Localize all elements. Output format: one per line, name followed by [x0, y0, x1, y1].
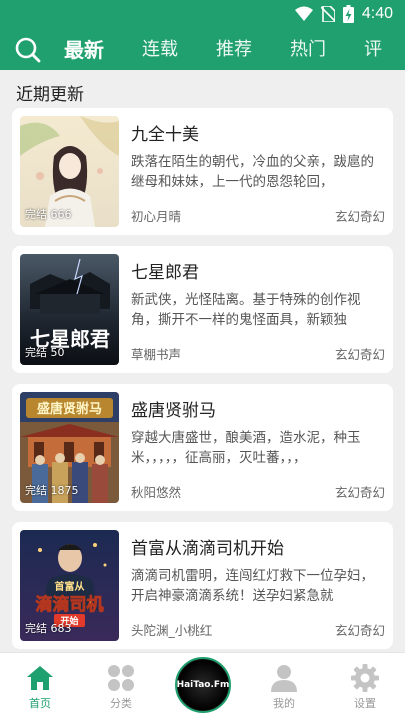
book-list: 完结 666 九全十美 跌落在陌生的朝代，冷血的父亲，跋扈的继母和妹妹，上一代的…	[12, 108, 393, 660]
book-title: 七星郎君	[131, 263, 199, 283]
radio-logo: HaiTao.Fm	[176, 660, 230, 710]
no-sim-icon	[320, 6, 335, 22]
nav-category[interactable]: 分类	[81, 659, 161, 711]
book-description: 跌落在陌生的朝代，冷血的父亲，跋扈的继母和妹妹，上一代的恩怨轮回，	[131, 154, 374, 190]
book-description: 新武侠，光怪陆离。基于特殊的创作视角，撕开不一样的鬼怪面具，新颖独	[131, 292, 361, 328]
tab-popular[interactable]: 热门	[290, 30, 326, 70]
book-title: 首富从滴滴司机开始	[131, 539, 284, 559]
status-time: 4:40	[361, 5, 393, 22]
book-author: 草棚书声	[131, 347, 182, 362]
cover-status-badge: 完结 50	[25, 346, 65, 359]
search-icon[interactable]	[14, 36, 42, 64]
book-author: 秋阳悠然	[131, 485, 182, 500]
book-card[interactable]: 盛唐贤驸马 完结 1875 盛唐贤驸马 穿越大唐盛世，酿美酒，造水泥，种玉米，，…	[12, 384, 393, 511]
radio-logo-text: HaiTao.Fm	[176, 680, 230, 690]
tab-recommended[interactable]: 推荐	[216, 30, 252, 70]
cover-status-badge: 完结 1875	[25, 484, 79, 497]
wifi-icon	[294, 6, 313, 21]
nav-settings-label: 设置	[354, 697, 376, 710]
cover-title-art: 滴滴司机	[36, 594, 104, 615]
nav-category-label: 分类	[110, 697, 132, 710]
section-title: 近期更新	[16, 85, 84, 105]
book-card[interactable]: 首富从 滴滴司机 开始 完结 683 首富从滴滴司机开始 滴滴司机雷明，连闯红灯…	[12, 522, 393, 649]
book-description: 滴滴司机雷明，连闯红灯救下一位孕妇，开启神豪滴滴系统！送孕妇紧急就	[131, 568, 374, 604]
radio-logo-button[interactable]: HaiTao.Fm	[175, 657, 231, 713]
book-cover: 首富从 滴滴司机 开始 完结 683	[20, 530, 119, 641]
cover-status-badge: 完结 666	[25, 208, 72, 221]
book-description: 穿越大唐盛世，酿美酒，造水泥，种玉米，，，，，征高丽，灭吐蕃，，，	[131, 430, 361, 466]
book-cover: 七星郎君 完结 50	[20, 254, 119, 365]
home-icon	[27, 666, 53, 690]
status-bar: 4:40	[0, 0, 405, 30]
cover-title-art: 盛唐贤驸马	[37, 401, 102, 417]
gear-icon	[351, 664, 379, 692]
book-genre: 玄幻奇幻	[334, 209, 385, 224]
book-genre: 玄幻奇幻	[334, 623, 385, 638]
book-genre: 玄幻奇幻	[334, 485, 385, 500]
book-cover: 完结 666	[20, 116, 119, 227]
category-grid-icon	[108, 665, 134, 691]
tab-reviews[interactable]: 评	[364, 30, 382, 70]
book-cover: 盛唐贤驸马 完结 1875	[20, 392, 119, 503]
tab-latest[interactable]: 最新	[64, 30, 104, 70]
book-card[interactable]: 七星郎君 完结 50 七星郎君 新武侠，光怪陆离。基于特殊的创作视角，撕开不一样…	[12, 246, 393, 373]
nav-home-label: 首页	[29, 697, 51, 710]
status-icons: 4:40	[294, 5, 393, 23]
book-author: 头陀渊_小桃红	[131, 623, 213, 638]
battery-charging-icon	[342, 5, 354, 23]
tab-serializing[interactable]: 连载	[142, 30, 178, 70]
user-icon	[271, 665, 297, 692]
book-title: 盛唐贤驸马	[131, 401, 216, 421]
bottom-nav: 首页 分类 HaiTao.Fm 我的 设置	[0, 652, 405, 720]
nav-settings[interactable]: 设置	[325, 659, 405, 711]
cover-status-badge: 完结 683	[25, 622, 72, 635]
book-genre: 玄幻奇幻	[334, 347, 385, 362]
nav-home[interactable]: 首页	[0, 659, 80, 711]
cover-title-art: 首富从	[55, 580, 85, 593]
nav-profile[interactable]: 我的	[244, 659, 324, 711]
book-title: 九全十美	[131, 125, 199, 145]
book-author: 初心月晴	[131, 209, 182, 224]
category-tabs: 最新 连载 推荐 热门 评	[64, 30, 405, 70]
top-nav: 最新 连载 推荐 热门 评	[0, 30, 405, 70]
book-card[interactable]: 完结 666 九全十美 跌落在陌生的朝代，冷血的父亲，跋扈的继母和妹妹，上一代的…	[12, 108, 393, 235]
nav-profile-label: 我的	[273, 697, 295, 710]
